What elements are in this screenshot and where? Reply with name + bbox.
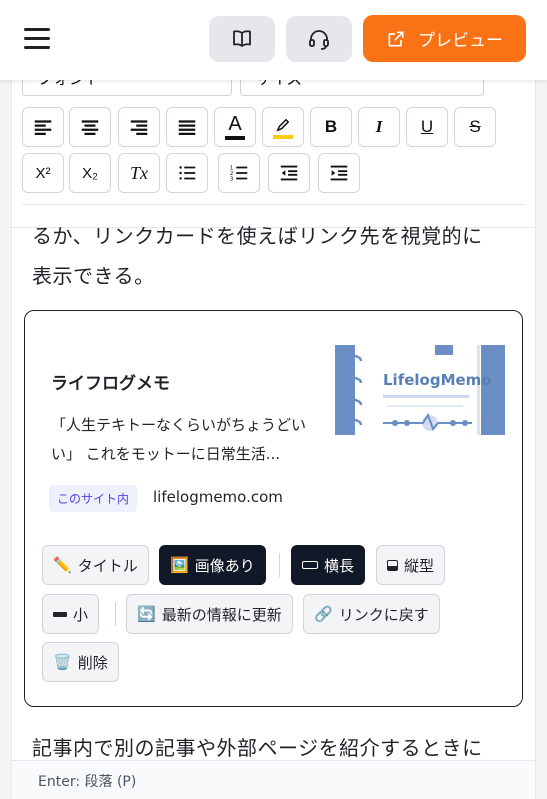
bold-button[interactable]: B: [310, 107, 352, 147]
svg-text:3: 3: [230, 176, 234, 182]
highlight-button[interactable]: [262, 107, 304, 147]
bold-icon: B: [324, 117, 338, 136]
align-left-button[interactable]: [22, 107, 64, 147]
align-left-icon: [34, 120, 52, 135]
indent-button[interactable]: [318, 153, 360, 193]
link-icon: 🔗: [314, 605, 333, 623]
underline-button[interactable]: U: [406, 107, 448, 147]
align-center-icon: [81, 120, 99, 135]
refresh-info-label: 最新の情報に更新: [161, 605, 282, 624]
app-header: プレビュー: [0, 0, 547, 80]
portrait-layout-button[interactable]: 縦型: [376, 545, 446, 585]
text-color-icon: A: [228, 112, 242, 135]
text-color-button[interactable]: A: [214, 107, 256, 147]
link-card-block[interactable]: ライフログメモ 「人生テキトーなくらいがちょうどいい」 これをモットーに日常生活…: [24, 310, 523, 707]
subscript-icon: X₂: [82, 164, 98, 182]
numbered-list-icon: 123: [230, 165, 248, 182]
superscript-button[interactable]: X²: [22, 153, 64, 193]
image-icon: 🖼️: [170, 556, 189, 574]
control-separator: [279, 553, 280, 577]
support-button[interactable]: [286, 16, 352, 62]
image-toggle-button[interactable]: 🖼️ 画像あり: [159, 545, 266, 585]
link-card-thumbnail: LifelogMemo: [335, 345, 505, 435]
superscript-icon: X²: [35, 164, 51, 182]
clear-format-button[interactable]: Tx: [118, 153, 160, 193]
title-toggle-label: タイトル: [77, 556, 138, 575]
size-small-button[interactable]: 小: [42, 594, 100, 634]
menu-icon[interactable]: [24, 26, 50, 50]
headset-icon: [309, 30, 329, 50]
link-card-description: 「人生テキトーなくらいがちょうどいい」 これをモットーに日常生活...: [51, 416, 307, 463]
toolbar-divider: [22, 204, 525, 205]
small-size-icon: [53, 611, 67, 617]
editor-status-bar: Enter: 段落 (P): [12, 760, 535, 799]
format-toolbar: フォント ⌄ サイズ ⌄ A B I U S X² X₂: [12, 60, 535, 228]
subscript-button[interactable]: X₂: [69, 153, 111, 193]
align-right-icon: [130, 120, 148, 135]
revert-to-link-label: リンクに戻す: [338, 605, 429, 624]
size-small-label: 小: [73, 605, 89, 624]
strikethrough-button[interactable]: S: [454, 107, 496, 147]
preview-label: プレビュー: [418, 31, 503, 51]
numbered-list-button[interactable]: 123: [218, 153, 260, 193]
link-card-domain: lifelogmemo.com: [153, 488, 283, 506]
title-toggle-button[interactable]: ✏️ タイトル: [42, 545, 149, 585]
landscape-layout-button[interactable]: 横長: [291, 545, 366, 585]
pencil-icon: ✏️: [53, 556, 72, 574]
portrait-icon: [387, 559, 398, 571]
bullet-list-icon: [179, 166, 196, 180]
highlighter-icon: [276, 118, 290, 132]
outdent-icon: [280, 165, 298, 181]
refresh-info-button[interactable]: 🔄 最新の情報に更新: [126, 594, 293, 634]
status-hint: Enter: 段落 (P): [38, 774, 137, 790]
refresh-icon: 🔄: [137, 605, 156, 623]
link-card-title: ライフログメモ: [51, 374, 170, 394]
paragraph-text: るか、リンクカードを使えばリンク先を視覚的に: [32, 224, 483, 248]
text-color-swatch: [225, 135, 245, 140]
book-icon: [233, 30, 251, 47]
justify-button[interactable]: [166, 107, 208, 147]
justify-icon: [178, 120, 196, 135]
strikethrough-icon: S: [469, 117, 481, 136]
guide-button[interactable]: [209, 16, 275, 62]
image-toggle-label: 画像あり: [194, 556, 255, 575]
underline-icon: U: [420, 117, 434, 136]
site-badge: このサイト内: [49, 485, 138, 512]
delete-card-button[interactable]: 🗑️ 削除: [42, 642, 119, 682]
external-link-icon: [388, 31, 404, 46]
svg-text:LifelogMemo: LifelogMemo: [383, 371, 492, 389]
control-separator: [115, 602, 116, 626]
paragraph-text: 表示できる。: [32, 264, 155, 288]
trash-icon: 🗑️: [53, 653, 72, 671]
italic-icon: I: [375, 117, 383, 136]
revert-to-link-button[interactable]: 🔗 リンクに戻す: [303, 594, 440, 634]
delete-card-label: 削除: [77, 653, 108, 672]
paragraph-text: 記事内で別の記事や外部ページを紹介するときに: [32, 736, 483, 760]
preview-button[interactable]: プレビュー: [363, 15, 526, 62]
bullet-list-button[interactable]: [166, 153, 208, 193]
indent-icon: [330, 165, 348, 181]
portrait-label: 縦型: [404, 556, 435, 575]
landscape-icon: [302, 561, 318, 569]
italic-button[interactable]: I: [358, 107, 400, 147]
highlight-swatch: [273, 134, 293, 139]
align-center-button[interactable]: [69, 107, 111, 147]
clear-format-icon: Tx: [130, 162, 148, 183]
outdent-button[interactable]: [268, 153, 310, 193]
landscape-label: 横長: [324, 556, 355, 575]
align-right-button[interactable]: [118, 107, 160, 147]
